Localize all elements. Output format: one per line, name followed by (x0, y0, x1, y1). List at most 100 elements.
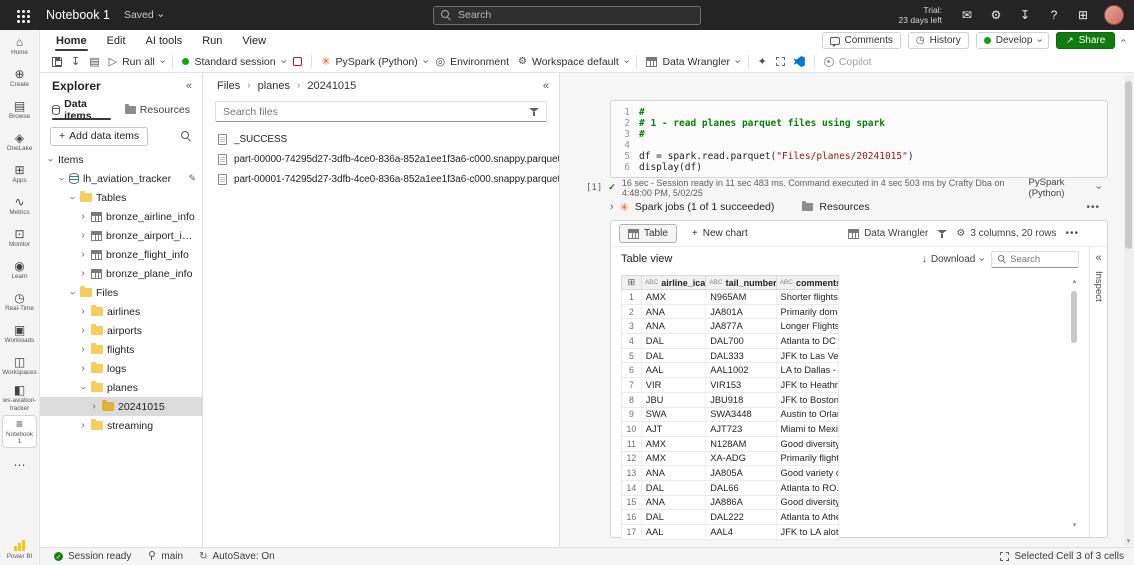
breadcrumb-item-files[interactable]: Files (217, 80, 240, 92)
tree-item-tables[interactable]: › Tables (40, 188, 202, 207)
chevron-right-icon[interactable]: › (79, 420, 87, 431)
output-search-input[interactable] (1010, 253, 1073, 265)
scrollbar-thumb[interactable] (1125, 81, 1132, 249)
file-item-part-00001-74295d27-3dfb[interactable]: part-00001-74295d27-3dfb-4ce0-836a-852a1… (203, 169, 559, 189)
code-line[interactable]: 4 (611, 140, 1107, 151)
table-cell[interactable]: XA-ADG (706, 451, 777, 466)
user-avatar[interactable] (1104, 5, 1124, 25)
tree-item-logs[interactable]: › logs (40, 359, 202, 378)
notebook-title[interactable]: Notebook 1 (46, 8, 110, 22)
table-row[interactable]: 3ANAJA877ALonger Flights ... (621, 319, 839, 335)
rail-item-workloads[interactable]: ▣ Workloads (0, 318, 39, 350)
rail-item-metrics[interactable]: ∿ Metrics (0, 190, 39, 222)
chevron-down-icon[interactable]: › (67, 289, 78, 297)
rail-item-real-time[interactable]: ◷ Real-Time (0, 286, 39, 318)
output-search-box[interactable] (991, 250, 1079, 268)
chevron-down-icon[interactable]: › (78, 384, 89, 392)
table-cell[interactable]: AMX (642, 436, 707, 451)
table-cell[interactable]: JA877A (706, 319, 777, 334)
session-selector[interactable]: Standard session › (182, 56, 289, 68)
table-cell[interactable]: AAL1002 (706, 363, 777, 378)
rail-item-monitor[interactable]: ⊡ Monitor (0, 222, 39, 254)
table-row[interactable]: 16DALDAL222Atlanta to Athe... (621, 510, 839, 525)
table-cell[interactable]: SWA3448 (706, 407, 777, 422)
tree-item-lh-aviation-tracker[interactable]: › lh_aviation_tracker ✎ (40, 169, 202, 188)
table-cell[interactable]: JFK to Boston L... (777, 393, 838, 407)
table-cell[interactable]: ANA (642, 304, 707, 319)
output-more-icon[interactable]: ••• (1065, 228, 1079, 239)
notifications-icon[interactable]: ⊞ (1075, 8, 1091, 22)
environment-button[interactable]: ◎ Environment (435, 55, 509, 69)
scroll-down-icon[interactable]: ▾ (1124, 537, 1133, 545)
tree-item-bronze-airport-info[interactable]: › bronze_airport_info (40, 226, 202, 245)
view-settings-icon[interactable]: ⚙ (956, 228, 965, 239)
table-view-button[interactable]: Table (619, 224, 677, 243)
table-row[interactable]: 9SWASWA3448Austin to Orlan... (621, 407, 839, 423)
table-cell[interactable]: N128AM (706, 436, 777, 451)
rail-item-apps[interactable]: ⊞ Apps (0, 158, 39, 190)
code-cell[interactable]: 1 #2 # 1 - read planes parquet files using… (610, 100, 1108, 178)
develop-button[interactable]: Develop › (975, 32, 1050, 49)
table-cell[interactable]: Atlanta to DC -... (777, 334, 838, 348)
breadcrumb-item-planes[interactable]: planes (258, 80, 290, 92)
scrollbar-thumb[interactable] (1071, 291, 1077, 343)
rail-item-browse[interactable]: ▤ Browse (0, 94, 39, 126)
chevron-right-icon[interactable]: › (79, 249, 87, 260)
tree-item-planes[interactable]: › planes (40, 378, 202, 397)
table-cell[interactable]: Shorter flights ... (777, 290, 838, 304)
table-cell[interactable]: JFK to Heathro... (777, 378, 838, 392)
chevron-right-icon[interactable]: › (79, 363, 87, 374)
column-header-comments[interactable]: ABC comments (777, 276, 838, 289)
table-cell[interactable]: JFK to LA alot ... (777, 525, 838, 539)
table-cell[interactable]: Primarily dome... (777, 305, 838, 319)
rail-item-onelake[interactable]: ◈ OneLake (0, 126, 39, 158)
expand-inspect-icon[interactable]: « (1095, 252, 1101, 264)
chevron-down-icon[interactable]: › (56, 175, 67, 183)
scroll-up-icon[interactable]: ▴ (1070, 277, 1079, 285)
global-search[interactable] (433, 5, 701, 25)
table-cell[interactable]: AMX (642, 451, 707, 466)
explorer-search-icon[interactable] (181, 130, 192, 142)
tree-item-bronze-flight-info[interactable]: › bronze_flight_info (40, 245, 202, 264)
chevron-right-icon[interactable]: › (79, 230, 87, 241)
rail-item-home[interactable]: ⌂ Home (0, 30, 39, 62)
table-cell[interactable]: Good diversity ... (777, 496, 838, 510)
chevron-down-icon[interactable]: › (67, 194, 78, 202)
files-search-input[interactable] (223, 105, 523, 118)
table-cell[interactable]: DAL333 (706, 348, 777, 363)
git-branch[interactable]: main (147, 551, 183, 562)
rail-item-learn[interactable]: ◉ Learn (0, 254, 39, 286)
table-cell[interactable]: JBU918 (706, 392, 777, 407)
rail-item-more[interactable]: ⋯ (0, 449, 39, 481)
table-cell[interactable]: Atlanta to Athe... (777, 510, 838, 524)
saved-status[interactable]: Saved › (124, 9, 166, 21)
table-row[interactable]: 12AMXXA-ADGPrimarily flight... (621, 451, 839, 467)
table-cell[interactable]: JA886A (706, 495, 777, 510)
table-cell[interactable]: DAL66 (706, 480, 777, 495)
language-selector[interactable]: ✳ PySpark (Python) › (321, 55, 431, 69)
download-app-icon[interactable]: ↧ (1017, 8, 1033, 22)
table-row[interactable]: 2ANAJA801APrimarily dome... (621, 304, 839, 320)
chevron-right-icon[interactable]: › (79, 344, 87, 355)
vscode-icon[interactable] (793, 56, 805, 67)
table-row[interactable]: 7VIRVIR153JFK to Heathro... (621, 378, 839, 393)
download-button[interactable]: ↓ Download › (922, 254, 988, 265)
settings-gear-icon[interactable]: ⚙ (988, 8, 1004, 22)
chevron-right-icon[interactable]: › (79, 306, 87, 317)
tree-item-airports[interactable]: › airports (40, 321, 202, 340)
collapse-explorer-icon[interactable]: « (186, 80, 192, 92)
file-item-success[interactable]: _SUCCESS (203, 129, 559, 149)
table-scrollbar[interactable]: ▴ ▾ (1070, 277, 1079, 529)
data-wrangler-button[interactable]: Data Wrangler › (646, 56, 743, 68)
files-search-box[interactable] (215, 101, 547, 122)
tab-resources[interactable]: Resources (819, 201, 869, 213)
tree-item-bronze-plane-info[interactable]: › bronze_plane_info (40, 264, 202, 283)
menu-tab-edit[interactable]: Edit (97, 30, 136, 51)
chevron-down-icon[interactable]: › (45, 156, 56, 164)
table-cell[interactable]: AMX (642, 290, 707, 304)
chevron-right-icon[interactable]: › (79, 268, 87, 279)
table-cell[interactable]: DAL (642, 480, 707, 495)
table-row[interactable]: 6AALAAL1002LA to Dallas - ... (621, 363, 839, 379)
chevron-right-icon[interactable]: › (79, 211, 87, 222)
tree-item-flights[interactable]: › flights (40, 340, 202, 359)
